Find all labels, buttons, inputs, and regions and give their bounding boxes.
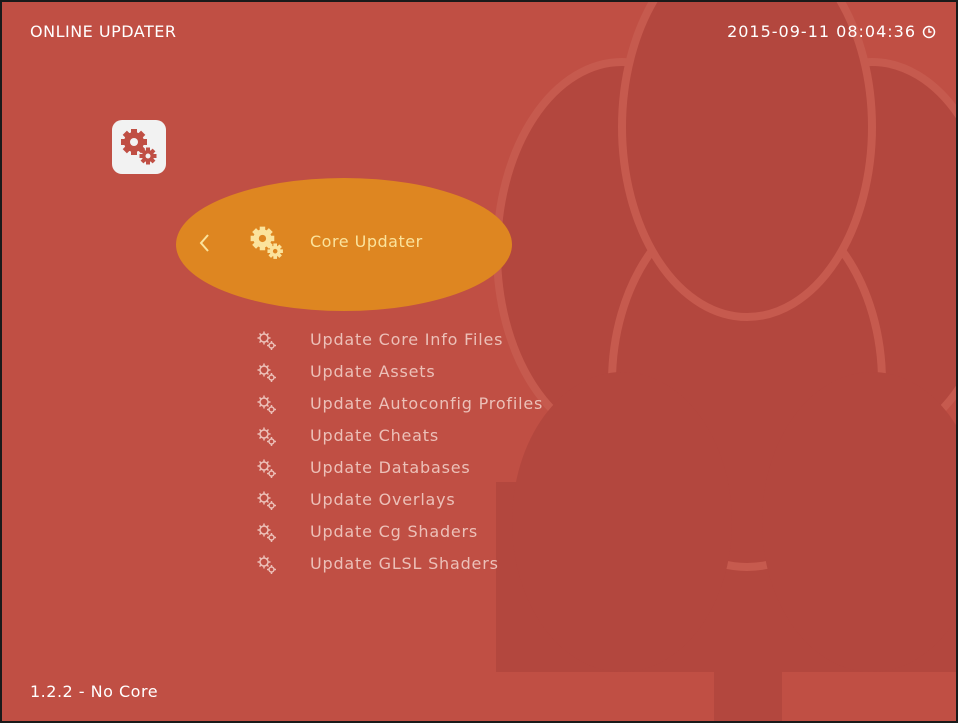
gears-icon <box>257 491 276 510</box>
menu-item-label: Update Autoconfig Profiles <box>310 394 544 413</box>
gears-icon <box>257 427 276 446</box>
online-updater-tab[interactable] <box>112 120 166 174</box>
chevron-left-icon[interactable] <box>197 231 211 255</box>
menu-item-label: Update Cheats <box>310 426 440 445</box>
menu-item-label: Update Cg Shaders <box>310 522 479 541</box>
menu-item-label: Update Core Info Files <box>310 330 504 349</box>
version-status: 1.2.2 - No Core <box>30 682 159 701</box>
gears-icon <box>257 395 276 414</box>
clock: 2015-09-11 08:04:36 <box>727 22 936 41</box>
gears-icon <box>121 129 157 165</box>
gears-icon <box>250 226 283 259</box>
clock-icon <box>922 25 936 38</box>
gears-icon <box>257 555 276 574</box>
menu-item-label: Update Databases <box>310 458 471 477</box>
gears-icon <box>257 331 276 350</box>
background-pattern <box>493 2 956 721</box>
gears-icon <box>257 523 276 542</box>
gears-icon <box>257 363 276 382</box>
menu-item-core-updater[interactable]: Core Updater <box>310 232 423 251</box>
page-title: ONLINE UPDATER <box>30 22 177 41</box>
menu-item-label: Update Overlays <box>310 490 456 509</box>
datetime-text: 2015-09-11 08:04:36 <box>727 22 916 41</box>
menu-item-label: Update Assets <box>310 362 436 381</box>
menu-item-label: Update GLSL Shaders <box>310 554 499 573</box>
retroarch-screen: ONLINE UPDATER 2015-09-11 08:04:36 Core … <box>2 2 956 721</box>
gears-icon <box>257 459 276 478</box>
